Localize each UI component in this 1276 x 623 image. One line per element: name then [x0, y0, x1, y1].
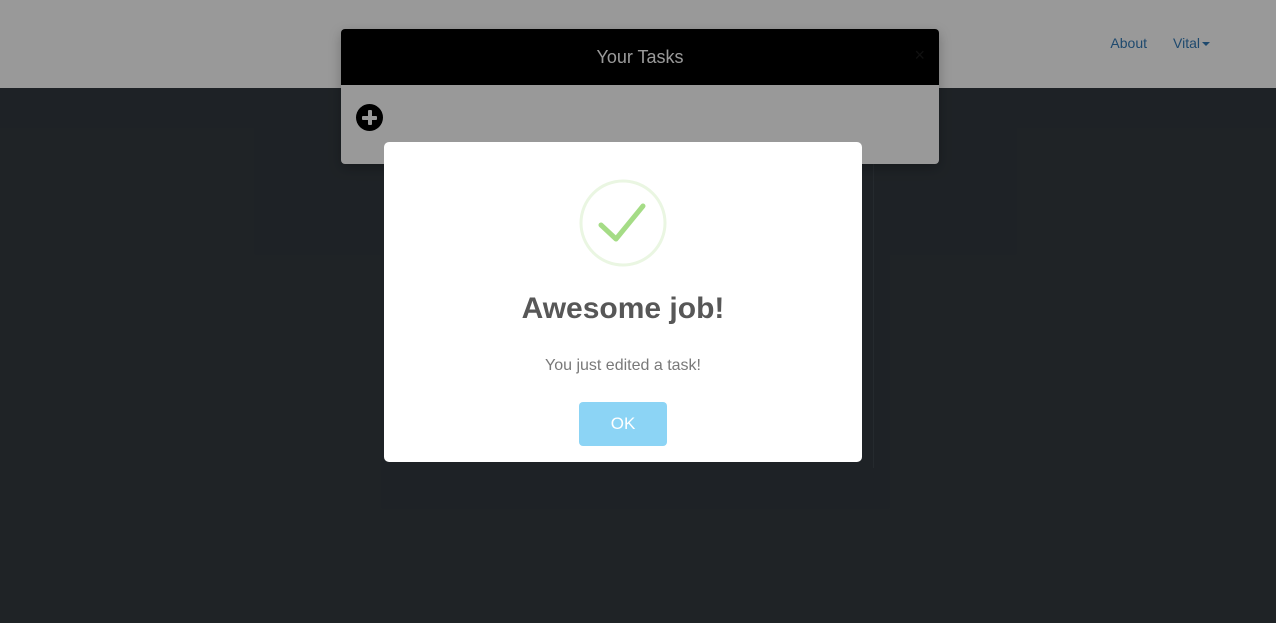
alert-message: You just edited a task! — [545, 357, 701, 374]
ok-button[interactable]: OK — [579, 402, 667, 446]
alert-title: Awesome job! — [521, 292, 725, 325]
success-alert-dialog: Awesome job! You just edited a task! OK — [384, 142, 862, 462]
success-check-icon — [579, 179, 667, 267]
